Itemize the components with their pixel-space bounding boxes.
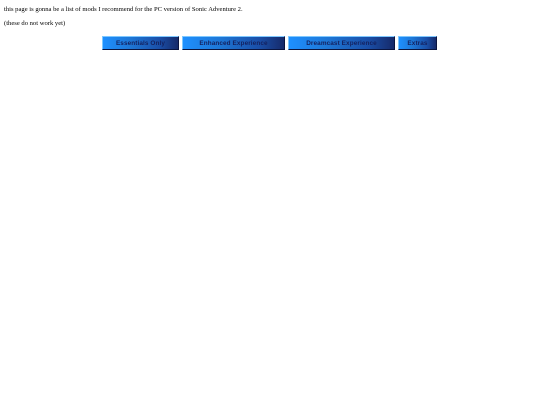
intro-text: this page is gonna be a list of mods I r… xyxy=(4,6,243,13)
dreamcast-experience-button[interactable]: Dreamcast Experience xyxy=(288,36,395,50)
page: this page is gonna be a list of mods I r… xyxy=(0,0,540,405)
essentials-only-button[interactable]: Essentials Only xyxy=(102,36,179,50)
extras-button[interactable]: Extras xyxy=(398,36,437,50)
enhanced-experience-button[interactable]: Enhanced Experience xyxy=(182,36,285,50)
note-text: (these do not work yet) xyxy=(4,20,66,27)
